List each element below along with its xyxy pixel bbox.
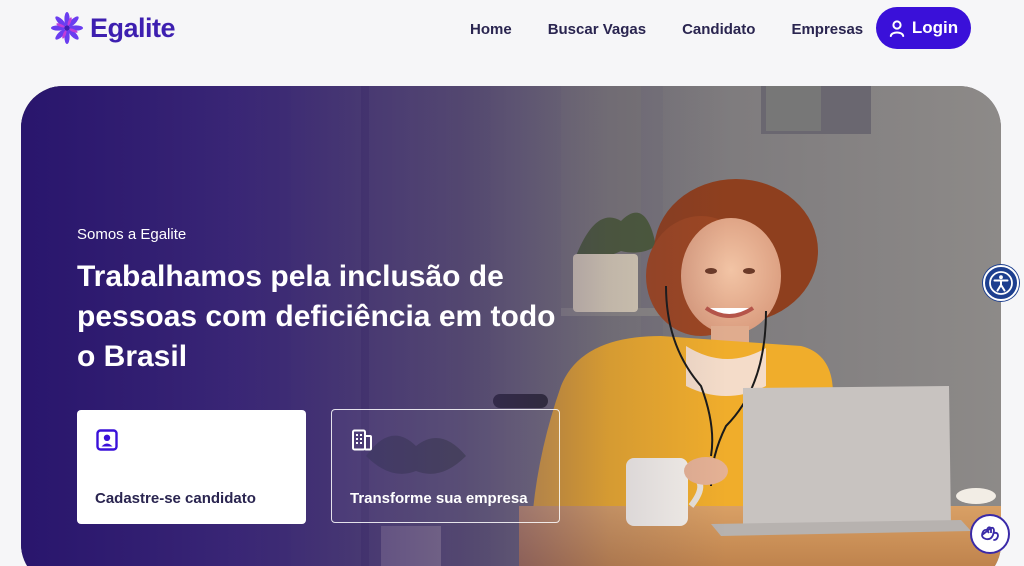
flower-logo-icon xyxy=(51,12,83,44)
brand-name: Egalite xyxy=(90,12,176,43)
register-candidate-label: Cadastre-se candidato xyxy=(95,490,256,507)
transform-company-label: Transforme sua empresa xyxy=(350,490,528,507)
sign-language-button[interactable] xyxy=(970,514,1010,554)
login-button[interactable]: Login xyxy=(876,7,971,49)
hero-text: Somos a Egalite Trabalhamos pela inclusã… xyxy=(77,226,567,377)
main-nav: Home Buscar Vagas Candidato Empresas xyxy=(470,0,863,58)
register-candidate-card[interactable]: Cadastre-se candidato xyxy=(77,410,306,524)
site-header: Egalite Home Buscar Vagas Candidato Empr… xyxy=(0,0,1024,58)
hero-eyebrow: Somos a Egalite xyxy=(77,226,187,243)
sign-language-icon xyxy=(981,526,999,541)
accessibility-icon xyxy=(989,271,1013,295)
nav-candidato[interactable]: Candidato xyxy=(682,21,755,38)
nav-empresas[interactable]: Empresas xyxy=(791,21,863,38)
user-badge-icon xyxy=(96,429,118,451)
nav-buscar-vagas[interactable]: Buscar Vagas xyxy=(548,21,646,38)
hero-section: Somos a Egalite Trabalhamos pela inclusã… xyxy=(21,86,1001,566)
nav-home[interactable]: Home xyxy=(470,21,512,38)
accessibility-button[interactable] xyxy=(983,265,1019,301)
transform-company-card[interactable]: Transforme sua empresa xyxy=(331,409,560,523)
building-icon xyxy=(352,429,372,451)
brand-logo[interactable]: Egalite xyxy=(50,10,176,46)
login-label: Login xyxy=(911,18,959,37)
user-icon xyxy=(889,19,905,37)
hero-headline: Trabalhamos pela inclusão de pessoas com… xyxy=(77,260,556,373)
